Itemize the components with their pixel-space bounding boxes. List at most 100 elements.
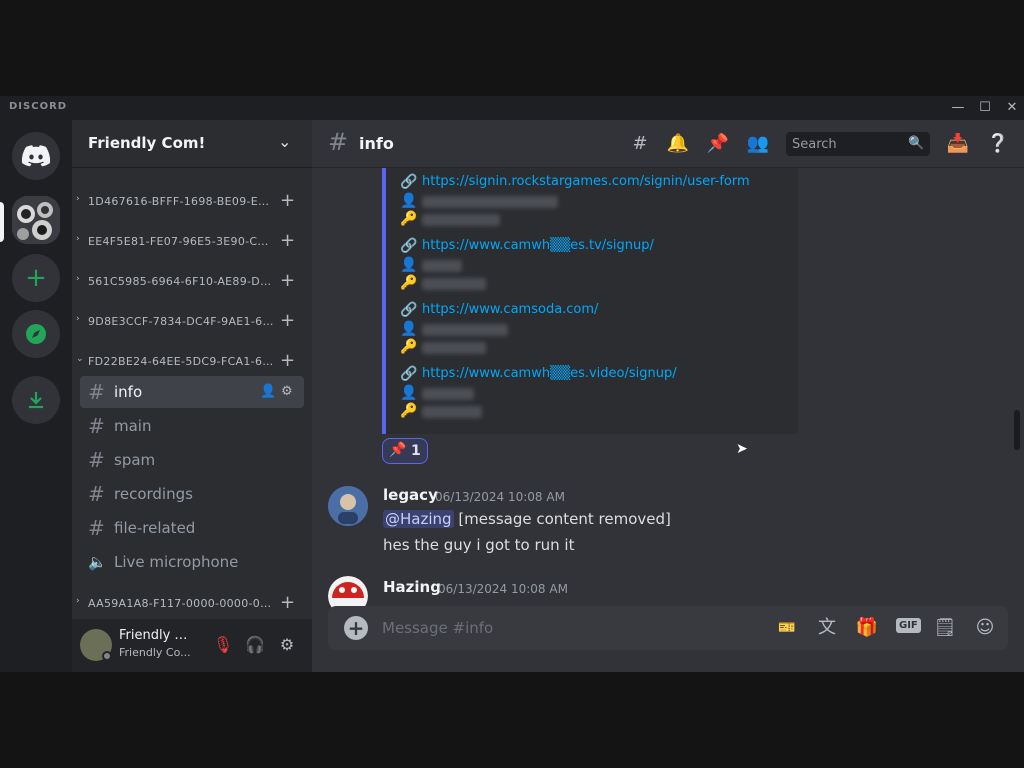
message-line: hes the guy i got to run it	[383, 536, 575, 554]
username[interactable]: Friendly C...	[119, 628, 195, 643]
download-icon	[29, 392, 43, 409]
title-bar: DISCORD — ☐ ✕	[0, 96, 1024, 120]
channel-title: info	[359, 134, 394, 153]
headphones-icon[interactable]: 🎧	[244, 634, 266, 656]
create-channel-icon[interactable]: +	[280, 310, 295, 331]
user-icon: 👤	[400, 385, 418, 401]
maximize-button[interactable]: ☐	[975, 98, 995, 118]
emoji-icon[interactable]: ☺	[972, 616, 998, 640]
create-channel-icon[interactable]: +	[280, 190, 295, 211]
chat-area: # info # 🔔 📌 👥 🔍 📥 ❔ 🔗 https://signin.ro…	[312, 120, 1024, 672]
message-composer: + 🎫 文 🎁 GIF 🗒 ☺	[328, 606, 1008, 650]
channel-sidebar: Friendly Com! ⌄ › 1D467616-BFFF-1698-BE0…	[72, 120, 312, 672]
redacted-text	[422, 214, 500, 226]
message-text: [message content removed]	[458, 510, 671, 528]
sticker-icon[interactable]: 🗒	[932, 616, 958, 640]
message-author[interactable]: legacy	[383, 486, 438, 504]
channel-info[interactable]: # info 👤 ⚙	[80, 376, 304, 408]
user-settings-gear-icon[interactable]: ⚙	[276, 634, 298, 656]
reaction-pill[interactable]: 📌 1	[382, 438, 428, 464]
nitro-gift-icon[interactable]: 🎫	[774, 616, 800, 640]
server-name: Friendly Com!	[88, 134, 206, 152]
minimize-button[interactable]: —	[948, 98, 968, 118]
inbox-icon[interactable]: 📥	[946, 132, 970, 156]
embed-link[interactable]: https://signin.rockstargames.com/signin/…	[422, 174, 750, 189]
discord-logo-icon	[21, 145, 51, 167]
discord-wordmark: DISCORD	[9, 101, 68, 112]
message-timestamp: 06/13/2024 10:08 AM	[438, 582, 568, 596]
category-row[interactable]: › EE4F5E81-FE07-96E5-3E90-C87... +	[76, 230, 308, 252]
redacted-text	[422, 342, 486, 354]
category-row[interactable]: › 9D8E3CCF-7834-DC4F-9AE1-60... +	[76, 310, 308, 332]
direct-messages-button[interactable]	[12, 132, 60, 180]
help-icon[interactable]: ❔	[986, 132, 1010, 156]
user-mention[interactable]: @Hazing	[383, 510, 454, 528]
category-name: FD22BE24-64EE-5DC9-FCA1-66...	[88, 355, 274, 368]
category-row[interactable]: › AA59A1A8-F117-0000-0000-00... +	[76, 592, 308, 614]
message-input[interactable]	[380, 614, 760, 642]
category-row[interactable]: ⌄ FD22BE24-64EE-5DC9-FCA1-66... +	[76, 350, 308, 372]
category-row[interactable]: › 1D467616-BFFF-1698-BE09-E89... +	[76, 190, 308, 212]
channel-main[interactable]: # main	[80, 410, 304, 442]
key-icon: 🔑	[400, 211, 418, 227]
channel-live-microphone[interactable]: 🔈 Live microphone	[80, 546, 304, 578]
attach-plus-icon[interactable]: +	[344, 616, 368, 640]
add-server-button[interactable]: +	[12, 254, 60, 302]
link-icon: 🔗	[400, 366, 418, 382]
embed-link[interactable]: https://www.camwh▒▒es.tv/signup/	[422, 238, 654, 253]
pin-icon[interactable]: 📌	[706, 132, 730, 156]
embed-card: 🔗 https://signin.rockstargames.com/signi…	[382, 168, 798, 434]
link-icon: 🔗	[400, 174, 418, 190]
category-row[interactable]: › 561C5985-6964-6F10-AE89-D84... +	[76, 270, 308, 292]
chevron-right-icon: ›	[76, 314, 80, 324]
channel-recordings[interactable]: # recordings	[80, 478, 304, 510]
channel-name: Live microphone	[114, 553, 239, 571]
create-channel-icon[interactable]: +	[280, 350, 295, 371]
chevron-right-icon: ›	[76, 274, 80, 284]
message-line: @Hazing [message content removed]	[383, 510, 671, 528]
chevron-right-icon: ›	[76, 194, 80, 204]
explore-servers-button[interactable]	[12, 310, 60, 358]
gif-icon[interactable]: GIF	[896, 618, 921, 633]
user-icon: 👤	[400, 321, 418, 337]
avatar[interactable]	[328, 486, 368, 526]
gift-icon[interactable]: 🎁	[854, 616, 880, 640]
channel-file-related[interactable]: # file-related	[80, 512, 304, 544]
threads-icon[interactable]: #	[628, 132, 652, 156]
user-icon: 👤	[400, 257, 418, 273]
text-channel-icon: #	[88, 516, 105, 540]
gear-icon[interactable]: ⚙	[281, 384, 293, 399]
reaction-count: 1	[411, 443, 421, 459]
channel-spam[interactable]: # spam	[80, 444, 304, 476]
close-window-button[interactable]: ✕	[1002, 98, 1022, 118]
message-author[interactable]: Hazing	[383, 578, 441, 596]
embed-link[interactable]: https://www.camwh▒▒es.video/signup/	[422, 366, 677, 381]
bell-icon[interactable]: 🔔	[666, 132, 690, 156]
redacted-text	[422, 260, 462, 272]
create-channel-icon[interactable]: +	[280, 592, 295, 613]
create-channel-icon[interactable]: +	[280, 270, 295, 291]
chevron-down-icon: ⌄	[76, 354, 84, 364]
translate-icon[interactable]: 文	[814, 616, 840, 640]
text-channel-icon: #	[88, 380, 105, 404]
redacted-text	[422, 324, 508, 336]
selected-server-indicator	[0, 202, 4, 242]
mute-mic-icon[interactable]: 🎙	[212, 634, 234, 656]
create-channel-icon[interactable]: +	[280, 230, 295, 251]
embed-link[interactable]: https://www.camsoda.com/	[422, 302, 598, 317]
invite-icon[interactable]: 👤	[260, 384, 276, 399]
server-header[interactable]: Friendly Com! ⌄	[72, 120, 312, 168]
member-list-icon[interactable]: 👥	[746, 132, 770, 156]
mouse-cursor-icon: ➤	[736, 441, 748, 457]
channel-name: file-related	[114, 519, 196, 537]
chevron-down-icon: ⌄	[278, 132, 292, 151]
download-apps-button[interactable]	[12, 376, 60, 424]
status-indicator	[102, 651, 112, 661]
scrollbar-thumb[interactable]	[1014, 410, 1020, 450]
user-panel: Friendly C... Friendly Co... 🎙 🎧 ⚙	[72, 619, 312, 672]
server-friendly-com[interactable]	[12, 196, 60, 244]
key-icon: 🔑	[400, 275, 418, 291]
channel-name: recordings	[114, 485, 193, 503]
message-timestamp: 06/13/2024 10:08 AM	[435, 490, 565, 504]
search-icon: 🔍	[908, 136, 925, 151]
